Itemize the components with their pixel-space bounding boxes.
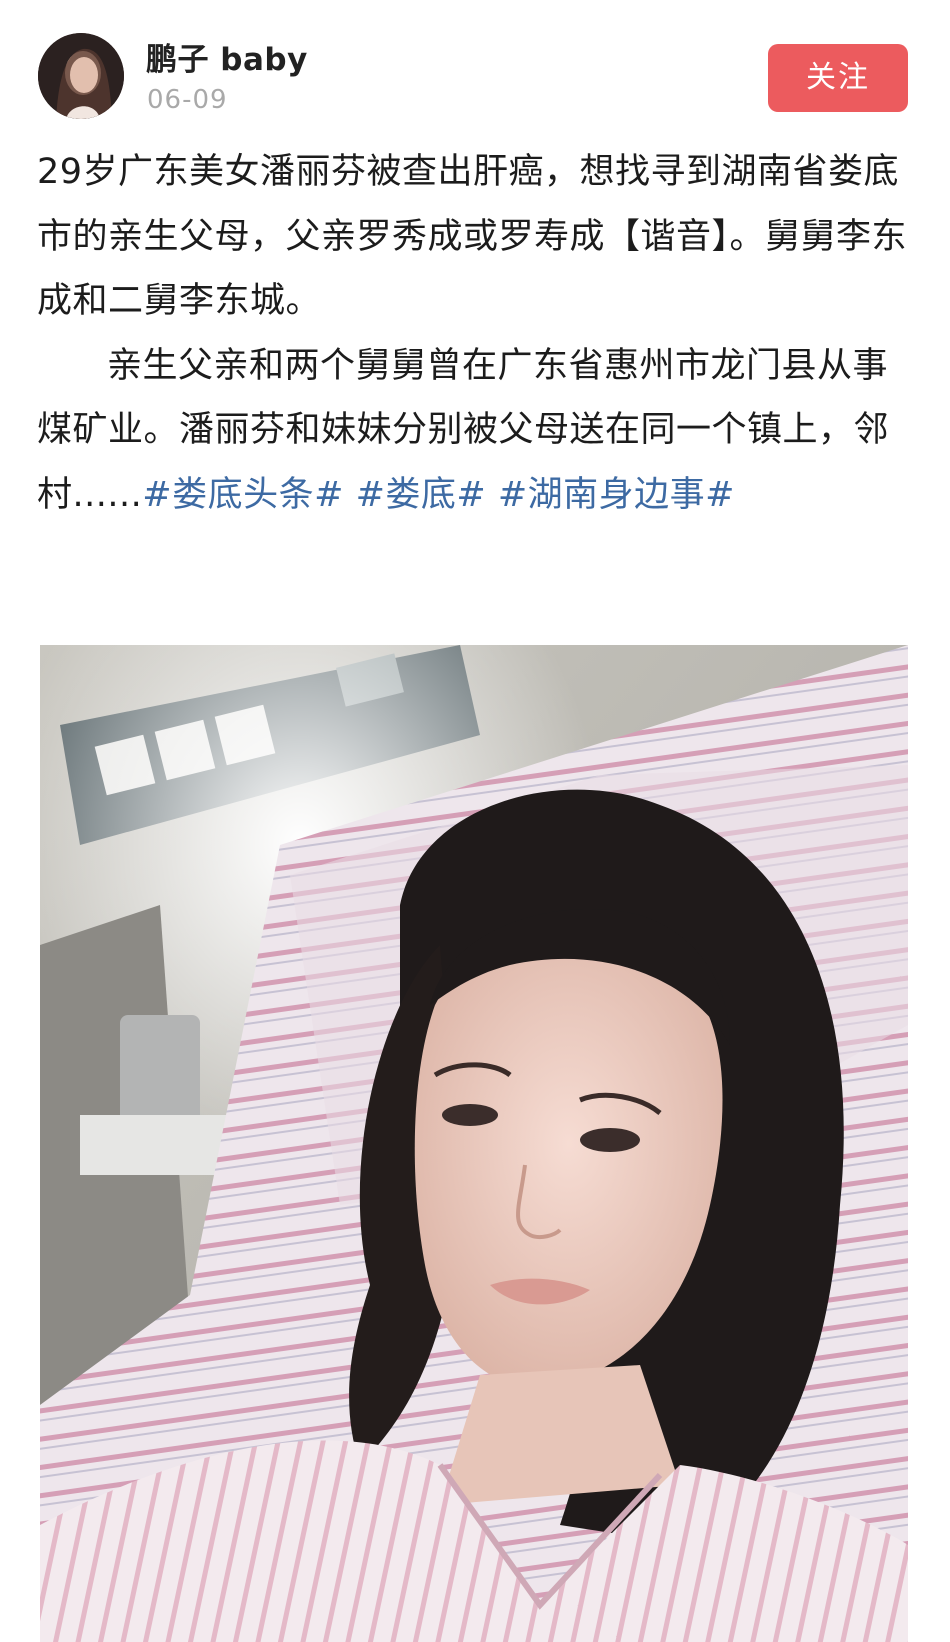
post-photo[interactable] [40,645,908,1642]
avatar-image [38,33,124,119]
post-paragraph-1: 29岁广东美女潘丽芬被查出肝癌，想找寻到湖南省娄底市的亲生父母，父亲罗秀成或罗寿… [37,152,908,321]
hashtag-loudi[interactable]: #娄底# [356,475,487,515]
author-name[interactable]: 鹏子 baby [146,34,308,79]
follow-button[interactable]: 关注 [768,44,908,112]
hashtag-hunan-local-news[interactable]: #湖南身边事# [498,475,735,515]
post-paragraph-2: 亲生父亲和两个舅舅曾在广东省惠州市龙门县从事煤矿业。潘丽芬和妹妹分别被父母送在同… [37,334,907,528]
weibo-post: 鹏子 baby 06-09 关注 29岁广东美女潘丽芬被查出肝癌，想找寻到湖南省… [0,0,950,1642]
hashtag-loudi-headlines[interactable]: #娄底头条# [142,475,344,515]
post-body: 29岁广东美女潘丽芬被查出肝癌，想找寻到湖南省娄底市的亲生父母，父亲罗秀成或罗寿… [37,140,907,527]
author-avatar[interactable] [38,33,124,119]
post-date: 06-09 [147,85,228,115]
photo-selfie-hospital-bed-icon [40,645,908,1642]
